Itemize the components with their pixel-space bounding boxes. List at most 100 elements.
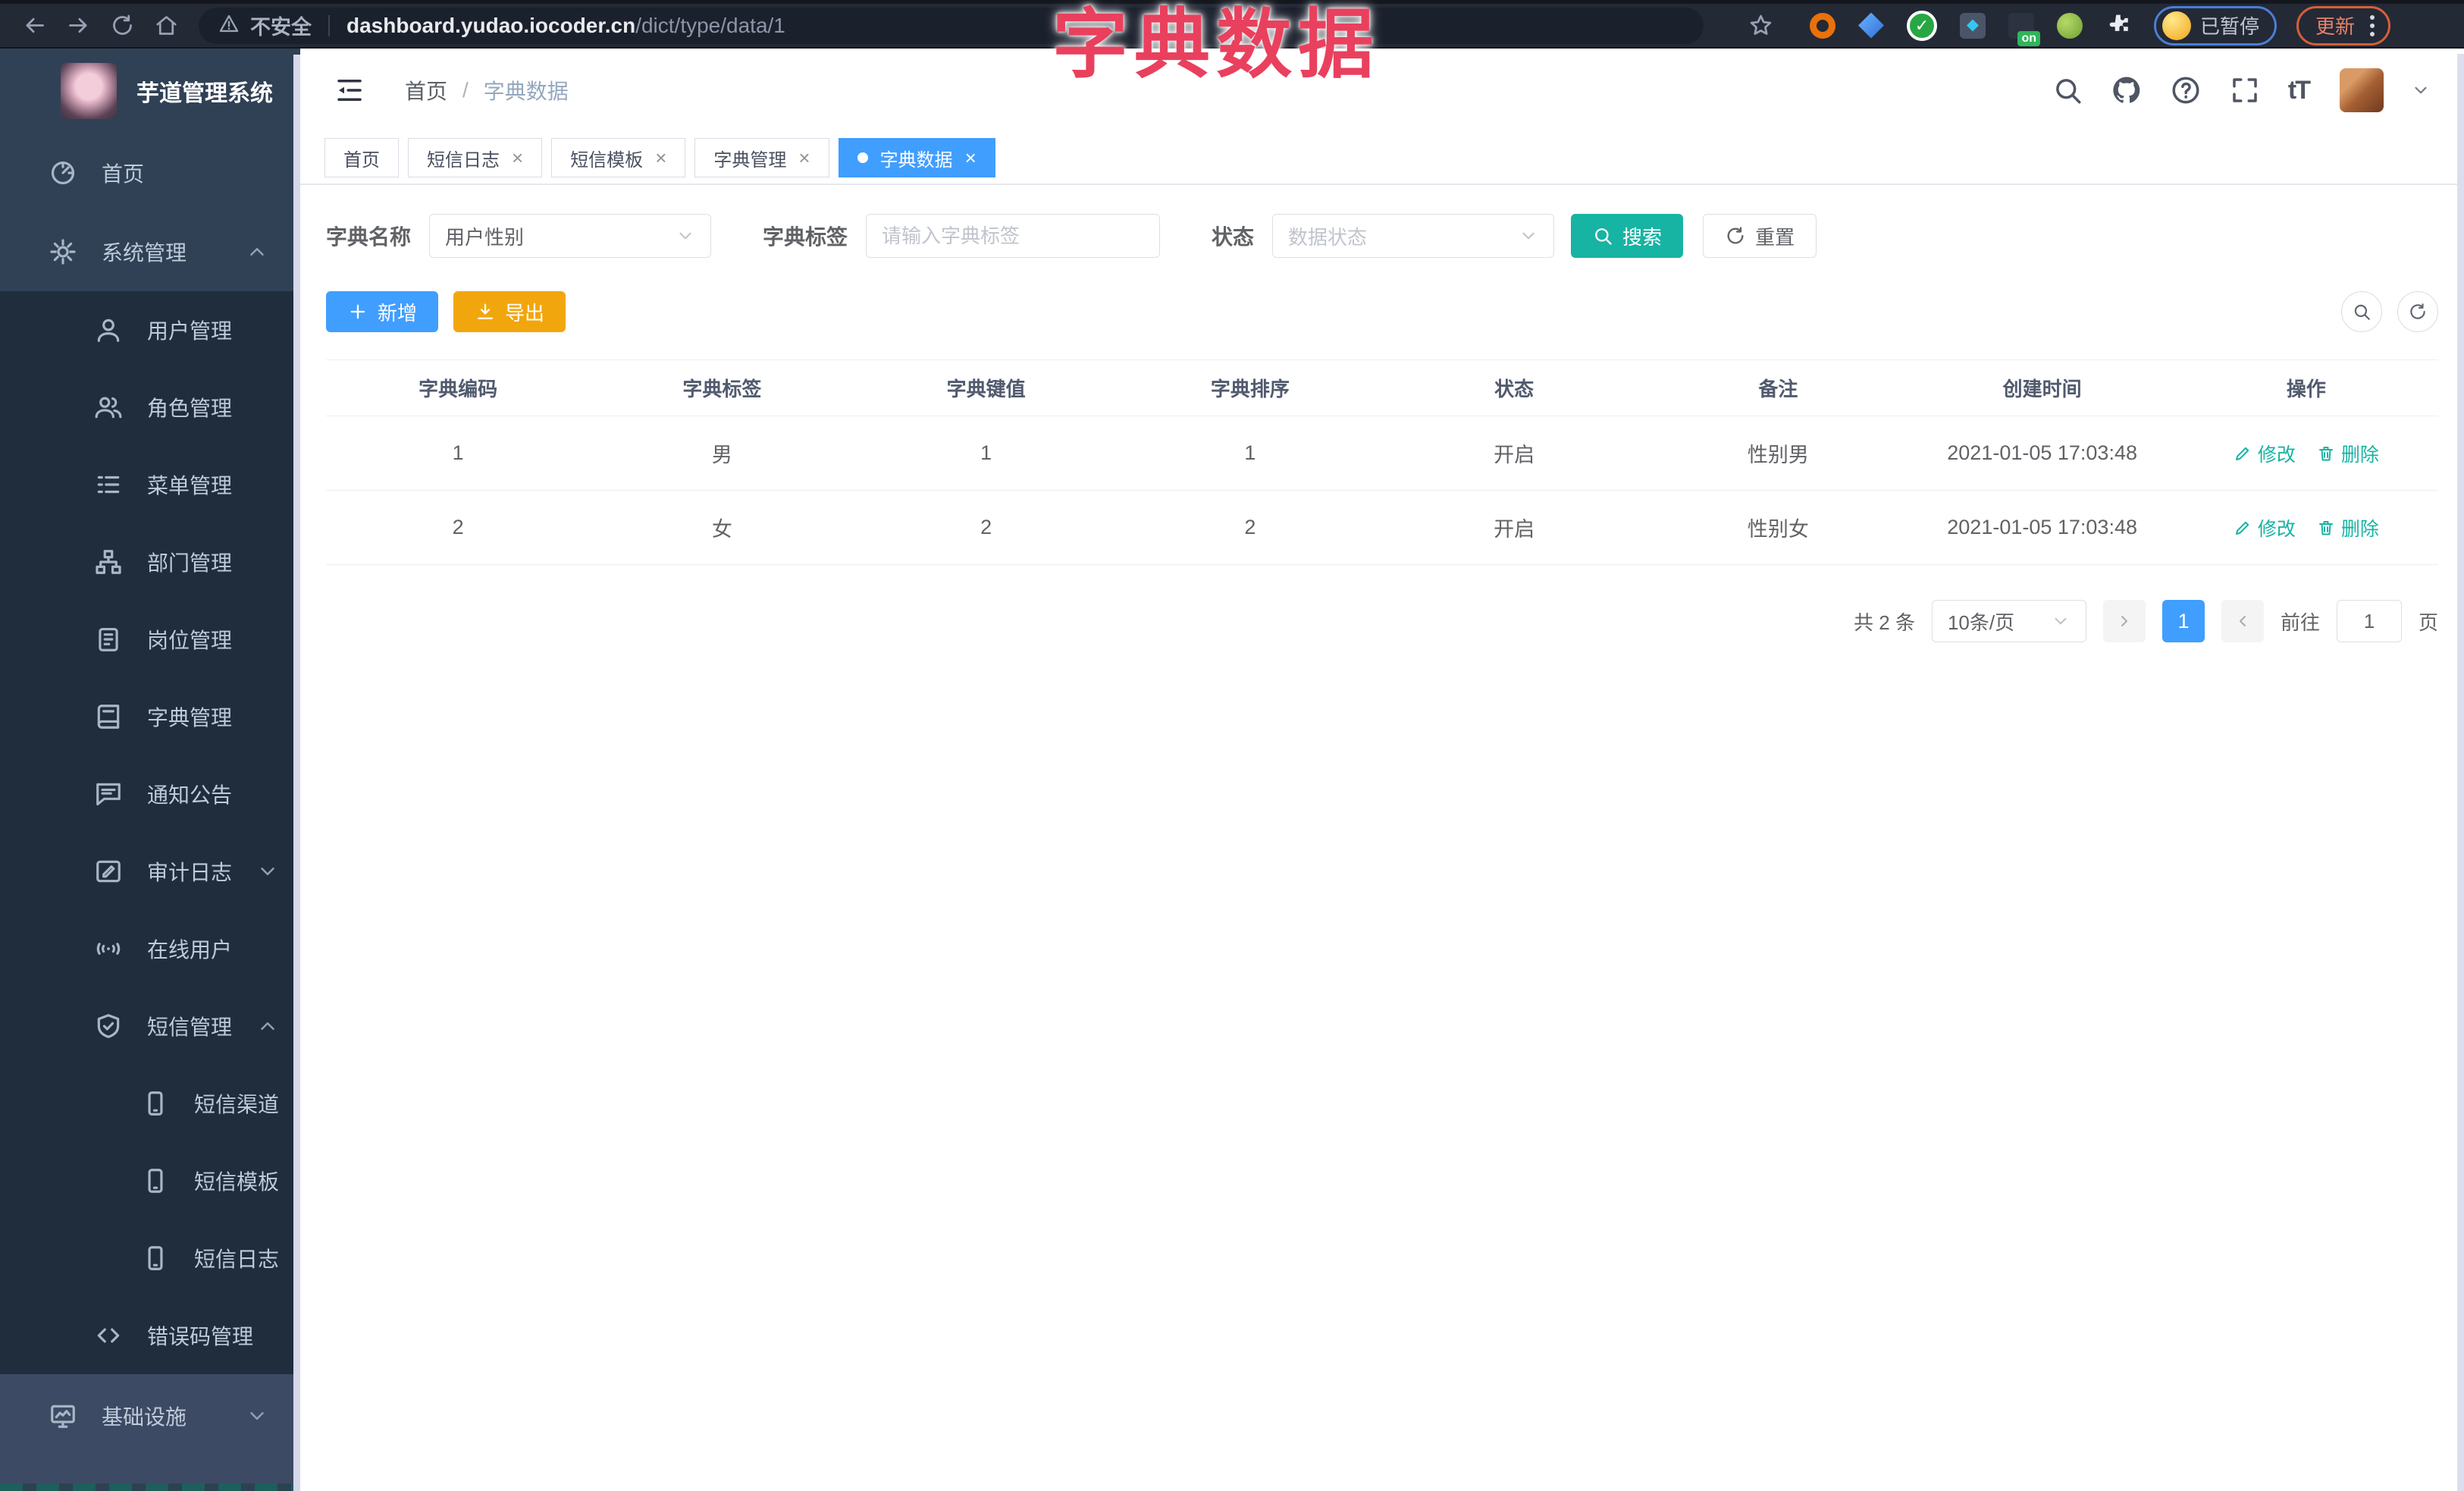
sidebar-item-label: 基础设施 — [102, 1405, 187, 1429]
profile-paused-chip[interactable]: 已暂停 — [2154, 5, 2277, 46]
help-icon[interactable] — [2170, 74, 2202, 106]
table-toolbar: 新增 导出 — [326, 291, 2438, 332]
tab-sms-template[interactable]: 短信模板 — [551, 138, 686, 177]
sidebar-item-dict-management[interactable]: 字典管理 — [0, 678, 300, 755]
sidebar-item-sms-log[interactable]: 短信日志 — [0, 1219, 300, 1297]
extension-icon[interactable] — [2057, 12, 2083, 39]
add-button[interactable]: 新增 — [326, 291, 439, 332]
address-divider — [328, 14, 330, 36]
phone-icon — [141, 1089, 170, 1118]
extension-icon[interactable] — [1858, 12, 1884, 39]
sidebar-item-label: 角色管理 — [147, 397, 233, 420]
security-label[interactable]: 不安全 — [250, 11, 312, 40]
filter-form: 字典名称 用户性别 字典标签 状态 数据状态 搜索 重置 — [326, 214, 2438, 258]
delete-link[interactable]: 删除 — [2317, 514, 2379, 541]
sidebar-logo[interactable]: 芋道管理系统 — [0, 49, 300, 133]
cell-status: 开启 — [1494, 444, 1535, 466]
cell-dict-label: 女 — [711, 518, 732, 541]
prev-page-button[interactable] — [2102, 600, 2146, 642]
sidebar-item-user-management[interactable]: 用户管理 — [0, 291, 300, 369]
bookmark-star-icon[interactable] — [1738, 6, 1782, 46]
window-scrollbar[interactable] — [2457, 54, 2464, 1491]
sidebar-item-label: 字典管理 — [147, 706, 233, 730]
chevron-down-icon — [256, 860, 279, 883]
fullscreen-icon[interactable] — [2229, 74, 2261, 106]
page-1-button[interactable]: 1 — [2161, 600, 2205, 642]
browser-forward-icon[interactable] — [56, 6, 100, 46]
goto-page-input[interactable] — [2336, 600, 2402, 642]
sidebar-item-role-management[interactable]: 角色管理 — [0, 369, 300, 446]
edit-link[interactable]: 修改 — [2234, 514, 2296, 541]
sidebar-item-sms-management[interactable]: 短信管理 — [0, 987, 300, 1065]
toggle-search-button[interactable] — [2341, 291, 2382, 332]
chevron-up-icon — [246, 240, 268, 263]
github-icon[interactable] — [2111, 74, 2143, 106]
book-icon — [94, 702, 123, 731]
sidebar-item-home[interactable]: 首页 — [0, 133, 300, 212]
update-label: 更新 — [2315, 15, 2356, 38]
sidebar-item-dept-management[interactable]: 部门管理 — [0, 523, 300, 601]
sidebar-item-label: 系统管理 — [102, 241, 187, 265]
export-button[interactable]: 导出 — [453, 291, 566, 332]
users-icon — [94, 393, 123, 422]
list-icon — [94, 470, 123, 499]
extensions-puzzle-icon[interactable] — [2105, 11, 2131, 40]
tab-close-icon[interactable] — [655, 148, 666, 168]
tab-close-icon[interactable] — [798, 148, 810, 168]
extension-icon[interactable] — [1810, 12, 1835, 39]
avatar-caret-down-icon[interactable] — [2411, 80, 2431, 100]
app-window: 不安全 dashboard.yudao.iocoder.cn/dict/type… — [0, 0, 2464, 1491]
extension-icon[interactable] — [1960, 12, 1986, 39]
sidebar-item-system-management[interactable]: 系统管理 — [0, 212, 300, 291]
font-size-icon[interactable]: tT — [2288, 76, 2311, 105]
sidebar-item-post-management[interactable]: 岗位管理 — [0, 601, 300, 678]
delete-link[interactable]: 删除 — [2317, 440, 2379, 467]
refresh-table-button[interactable] — [2397, 291, 2438, 332]
page-content: 字典名称 用户性别 字典标签 状态 数据状态 搜索 重置 — [300, 185, 2464, 642]
code-icon — [94, 1321, 123, 1350]
url-text[interactable]: dashboard.yudao.iocoder.cn/dict/type/dat… — [346, 14, 785, 38]
sidebar-item-notice[interactable]: 通知公告 — [0, 755, 300, 833]
sidebar-item-audit-log[interactable]: 审计日志 — [0, 833, 300, 910]
not-secure-warning-icon — [218, 13, 240, 38]
browser-back-icon[interactable] — [12, 6, 56, 46]
search-button[interactable]: 搜索 — [1571, 214, 1684, 258]
col-status: 状态 — [1494, 378, 1535, 400]
chevron-down-icon — [246, 1405, 268, 1427]
tab-dict-data[interactable]: 字典数据 — [838, 138, 995, 177]
page-size-select[interactable]: 10条/页 — [1931, 600, 2086, 642]
browser-reload-icon[interactable] — [100, 6, 144, 46]
sidebar-item-online-users[interactable]: 在线用户 — [0, 910, 300, 987]
sidebar-item-infrastructure[interactable]: 基础设施 — [0, 1374, 300, 1458]
goto-label: 前往 — [2280, 611, 2320, 634]
user-avatar[interactable] — [2340, 68, 2384, 112]
next-page-button[interactable] — [2221, 600, 2264, 642]
dict-name-select[interactable]: 用户性别 — [429, 214, 712, 258]
dict-name-label: 字典名称 — [326, 225, 412, 249]
extension-icon[interactable]: ✓ — [1907, 10, 1937, 41]
sidebar-item-sms-channel[interactable]: 短信渠道 — [0, 1065, 300, 1142]
sidebar-item-menu-management[interactable]: 菜单管理 — [0, 446, 300, 523]
extension-icon[interactable]: on — [2008, 12, 2040, 46]
sidebar-fold-icon[interactable] — [334, 74, 365, 106]
address-bar[interactable]: 不安全 dashboard.yudao.iocoder.cn/dict/type… — [199, 7, 1704, 44]
sidebar-scrollbar[interactable] — [293, 55, 300, 1491]
browser-home-icon[interactable] — [144, 6, 188, 46]
search-icon[interactable] — [2052, 74, 2083, 106]
tab-close-icon[interactable] — [512, 148, 523, 168]
dict-tag-input[interactable] — [866, 214, 1161, 258]
browser-update-button[interactable]: 更新 — [2296, 5, 2391, 46]
browser-menu-kebab-icon[interactable] — [2367, 12, 2378, 39]
status-select[interactable]: 数据状态 — [1272, 214, 1555, 258]
tab-home[interactable]: 首页 — [324, 138, 399, 177]
tab-dict-management[interactable]: 字典管理 — [694, 138, 829, 177]
sidebar-item-error-code[interactable]: 错误码管理 — [0, 1297, 300, 1374]
tab-sms-log[interactable]: 短信日志 — [408, 138, 543, 177]
tab-close-icon[interactable] — [965, 148, 977, 168]
reset-button[interactable]: 重置 — [1703, 214, 1817, 258]
page-unit-label: 页 — [2418, 611, 2438, 634]
breadcrumb-home[interactable]: 首页 — [405, 75, 447, 105]
col-remark: 备注 — [1758, 378, 1798, 400]
sidebar-item-sms-template[interactable]: 短信模板 — [0, 1142, 300, 1219]
edit-link[interactable]: 修改 — [2234, 440, 2296, 467]
